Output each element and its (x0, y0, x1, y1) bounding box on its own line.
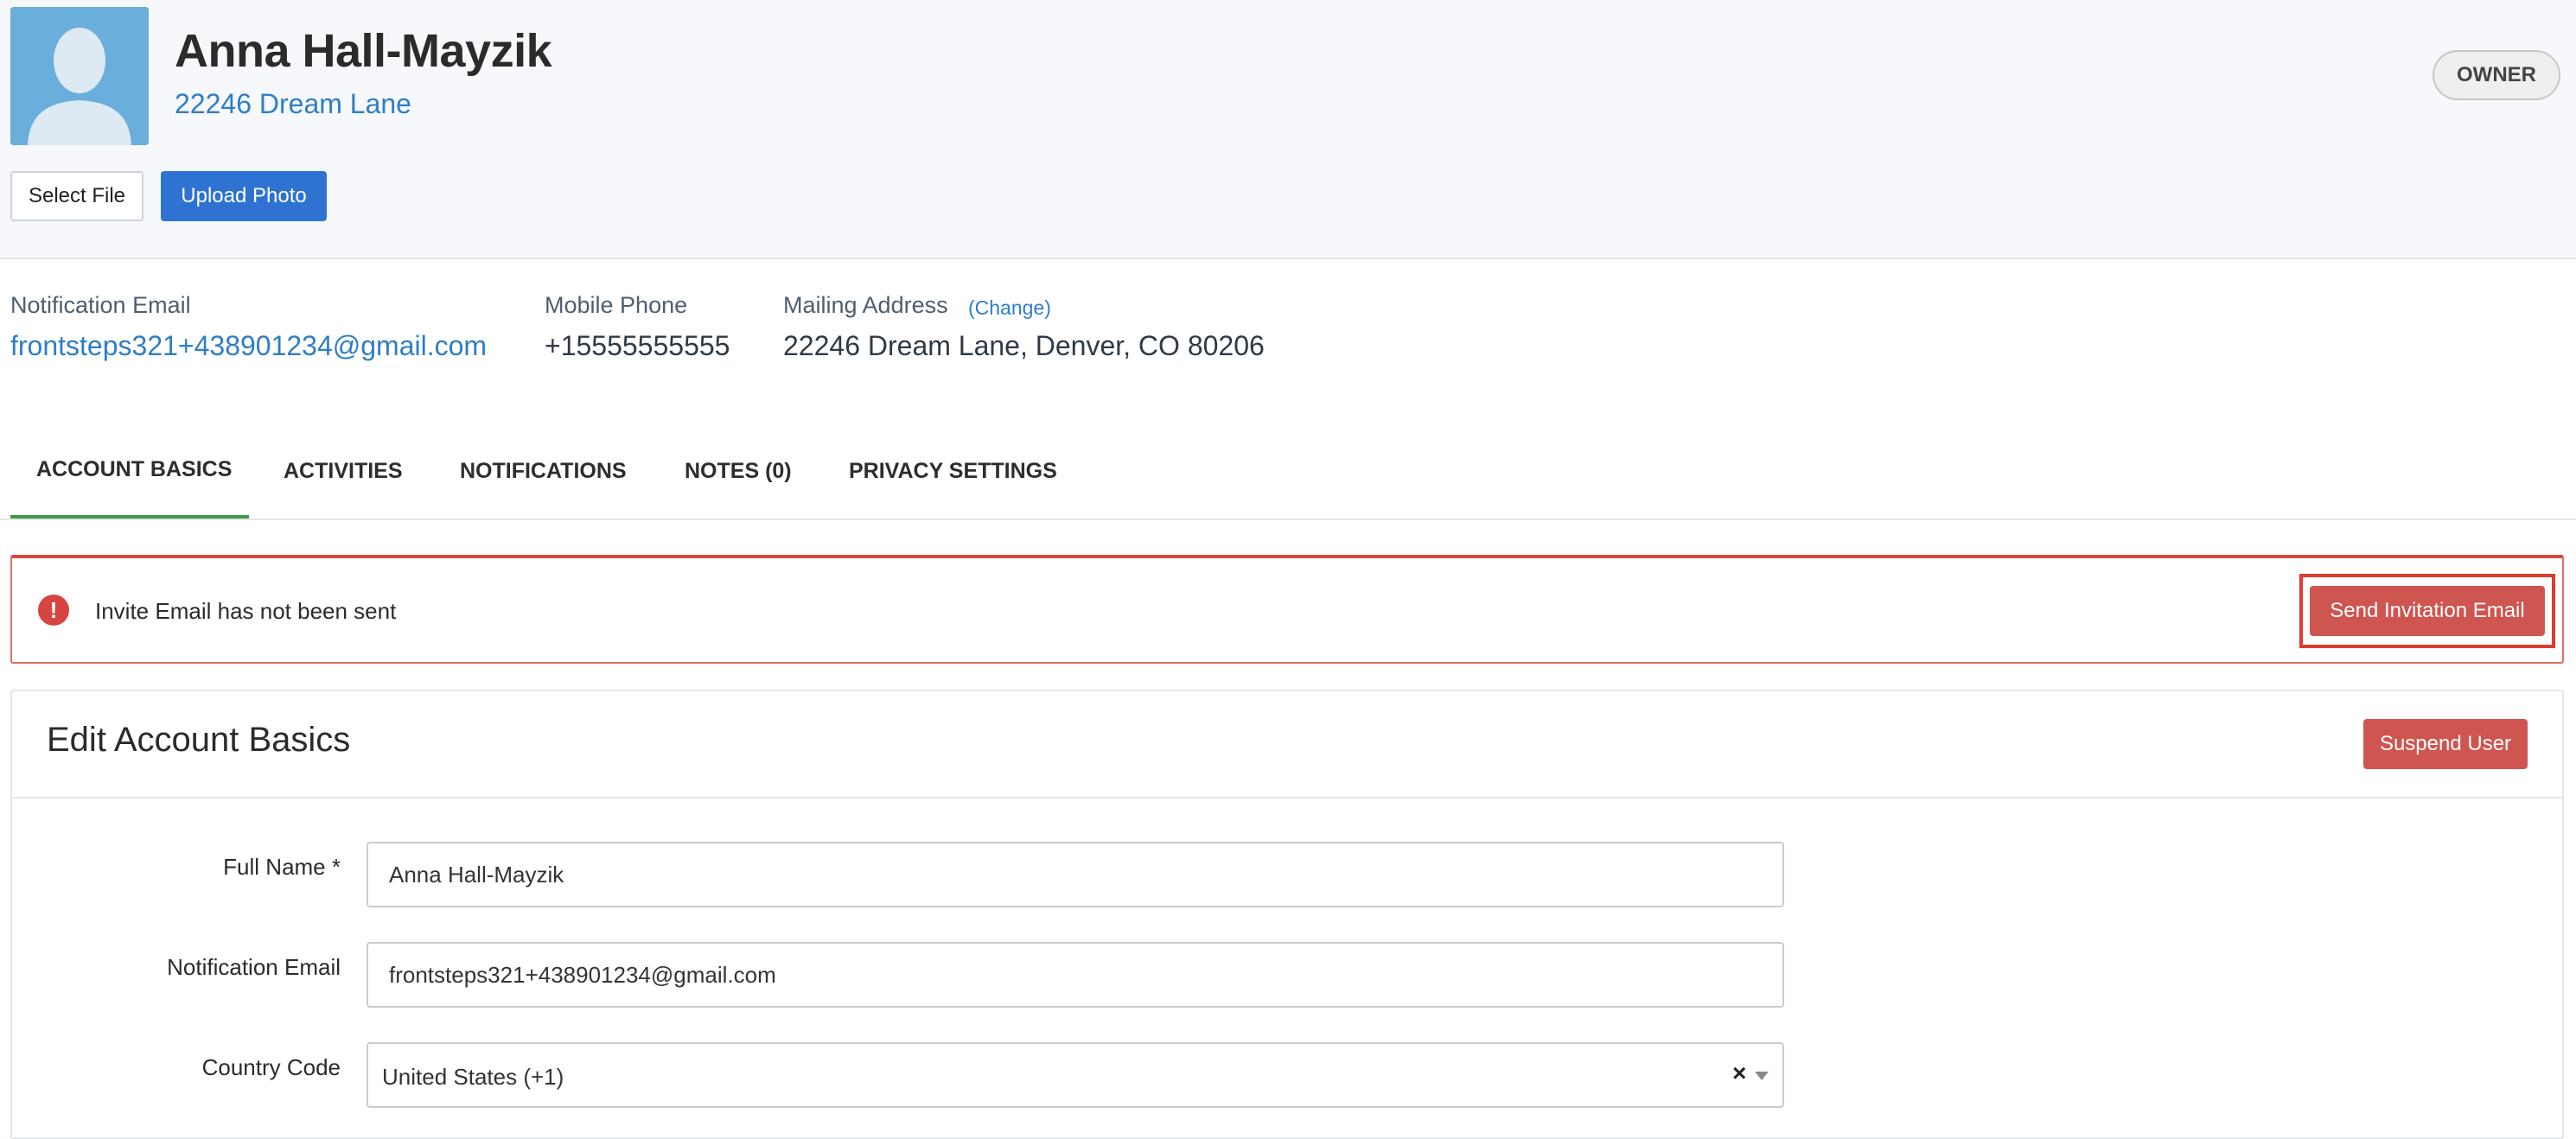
email-info-label: Notification Email (10, 292, 191, 318)
mailing-info-value: 22246 Dream Lane, Denver, CO 80206 (783, 330, 1265, 361)
email-info-value[interactable]: frontsteps321+438901234@gmail.com (10, 330, 487, 362)
select-file-button[interactable]: Select File (10, 171, 143, 221)
tab-activities[interactable]: ACTIVITIES (284, 423, 403, 519)
panel-header: Edit Account Basics Suspend User (12, 691, 2562, 799)
notification-email-label: Notification Email (167, 954, 341, 980)
invite-button-highlight: Send Invitation Email (2299, 574, 2555, 648)
change-mailing-link[interactable]: (Change) (968, 296, 1051, 320)
chevron-down-icon[interactable] (1755, 1072, 1769, 1080)
mailing-info-label: Mailing Address (783, 292, 948, 318)
tab-notifications[interactable]: NOTIFICATIONS (460, 423, 627, 519)
panel-title: Edit Account Basics (47, 721, 351, 759)
user-silhouette-icon (10, 7, 149, 145)
phone-info-label: Mobile Phone (545, 292, 688, 318)
send-invitation-email-button[interactable]: Send Invitation Email (2310, 586, 2545, 636)
avatar (10, 7, 149, 145)
tab-bar: ACCOUNT BASICS ACTIVITIES NOTIFICATIONS … (0, 423, 2576, 520)
full-name-input[interactable] (367, 842, 1784, 907)
exclamation-circle-icon: ! (38, 595, 69, 626)
tab-privacy-settings[interactable]: PRIVACY SETTINGS (849, 423, 1057, 519)
invite-alert: ! Invite Email has not been sent Send In… (10, 555, 2564, 664)
role-badge: OWNER (2433, 50, 2560, 100)
full-name-label: Full Name * (223, 854, 341, 880)
clear-selection-icon[interactable]: × (1732, 1059, 1746, 1087)
profile-address-link[interactable]: 22246 Dream Lane (175, 88, 411, 120)
upload-photo-button[interactable]: Upload Photo (161, 171, 327, 221)
phone-info-value: +15555555555 (545, 330, 730, 361)
tab-notes[interactable]: NOTES (0) (685, 423, 792, 519)
alert-message: Invite Email has not been sent (95, 598, 397, 624)
country-code-value: United States (+1) (382, 1064, 564, 1090)
country-code-select[interactable]: United States (+1) × (367, 1042, 1784, 1108)
edit-account-panel: Edit Account Basics Suspend User Full Na… (10, 690, 2564, 1139)
tab-account-basics[interactable]: ACCOUNT BASICS (10, 423, 249, 519)
notification-email-input[interactable] (367, 942, 1784, 1008)
suspend-user-button[interactable]: Suspend User (2363, 719, 2528, 769)
profile-name: Anna Hall-Mayzik (175, 25, 552, 77)
profile-header: Anna Hall-Mayzik 22246 Dream Lane OWNER … (0, 0, 2576, 259)
country-code-label: Country Code (201, 1054, 341, 1080)
